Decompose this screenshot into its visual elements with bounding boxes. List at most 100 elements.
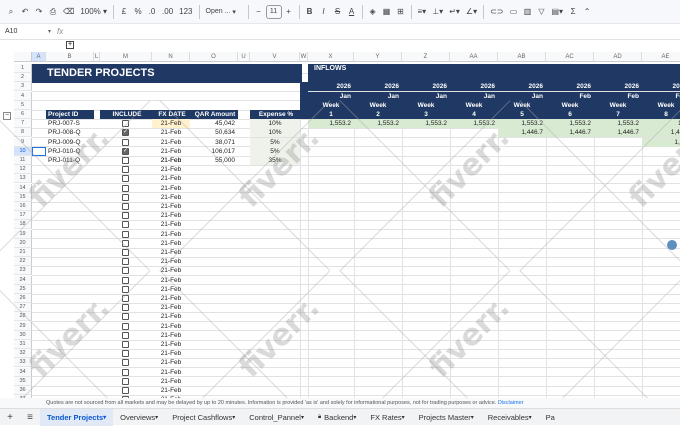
column-header-z[interactable]: Z xyxy=(402,52,450,62)
fx-date[interactable]: 21-Feb xyxy=(152,128,190,137)
fx-date[interactable]: 21-Feb xyxy=(152,174,190,183)
tab-dropdown-icon[interactable]: ▾ xyxy=(232,414,235,421)
column-header-x[interactable]: X xyxy=(308,52,354,62)
number-format-button[interactable]: 123 xyxy=(176,3,195,21)
row-header-6[interactable]: 6 xyxy=(14,110,32,119)
expense-percent[interactable]: 10% xyxy=(250,119,300,129)
inflow-value[interactable]: 1,553.2 xyxy=(594,119,642,129)
row-header-25[interactable]: 25 xyxy=(14,284,32,294)
include-checkbox[interactable] xyxy=(122,276,129,284)
text-rotation-icon[interactable]: ∠▾ xyxy=(463,3,480,21)
inflow-value[interactable]: 1,553.2 xyxy=(308,119,354,129)
tab-control-pannel[interactable]: Control_Pannel ▾ xyxy=(242,409,311,426)
qar-amount[interactable]: 50,634 xyxy=(190,128,238,137)
insert-comment-icon[interactable]: ▭ xyxy=(507,3,521,21)
include-checkbox[interactable] xyxy=(122,368,129,376)
row-header-5[interactable]: 5 xyxy=(14,100,32,110)
inflow-value[interactable]: 1,553.2 xyxy=(402,119,450,129)
font-size-input[interactable]: 11 xyxy=(265,4,282,19)
inflow-value[interactable]: 1,5 xyxy=(642,119,680,129)
tab-pa[interactable]: Pa xyxy=(539,409,562,426)
print-icon[interactable]: ⎙ xyxy=(46,3,60,21)
fx-date[interactable]: 21-Feb xyxy=(152,147,190,156)
decrease-decimals-button[interactable]: .0 xyxy=(145,3,159,21)
tab-dropdown-icon[interactable]: ▾ xyxy=(155,414,158,421)
row-header-12[interactable]: 12 xyxy=(14,165,32,175)
text-color-button[interactable]: A xyxy=(345,3,359,21)
undo-icon[interactable]: ↶ xyxy=(18,3,32,21)
row-header-2[interactable]: 2 xyxy=(14,73,32,83)
include-checkbox[interactable] xyxy=(122,313,129,321)
row-header-30[interactable]: 30 xyxy=(14,330,32,340)
fx-date[interactable]: 21-Feb xyxy=(152,349,190,358)
row-header-26[interactable]: 26 xyxy=(14,294,32,303)
qar-amount[interactable]: 45,042 xyxy=(190,119,238,128)
fx-date[interactable]: 21-Feb xyxy=(152,184,190,193)
add-sheet-icon[interactable]: + xyxy=(0,412,20,423)
merge-cells-icon[interactable]: ⊞ xyxy=(394,3,408,21)
include-checkbox[interactable] xyxy=(122,331,129,339)
strikethrough-button[interactable]: S xyxy=(331,3,345,21)
font-size-decrease-button[interactable]: − xyxy=(252,3,266,21)
fx-date[interactable]: 21-Feb xyxy=(152,230,190,239)
tab-dropdown-icon[interactable]: ▾ xyxy=(301,414,304,421)
column-header-n[interactable]: N xyxy=(152,52,190,62)
include-checkbox[interactable] xyxy=(122,138,129,146)
include-checkbox[interactable] xyxy=(122,221,129,229)
fx-date[interactable]: 21-Feb xyxy=(152,220,190,229)
include-checkbox[interactable] xyxy=(122,230,129,238)
column-header-y[interactable]: Y xyxy=(354,52,402,62)
font-size-increase-button[interactable]: + xyxy=(282,3,296,21)
all-sheets-icon[interactable]: ≡ xyxy=(20,412,40,423)
fx-date[interactable]: 21-Feb xyxy=(152,138,190,147)
include-checkbox[interactable] xyxy=(122,350,129,358)
tab-dropdown-icon[interactable]: ▾ xyxy=(529,414,532,421)
spreadsheet-grid[interactable]: + − A B L M N O U V W X Y Z AA AB AC AD AE 1 2 3 4 5 6 7 8 9 10 11 12 1… xyxy=(0,40,680,398)
fx-date[interactable]: 21-Feb xyxy=(152,340,190,349)
row-header-11[interactable]: 11 xyxy=(14,156,32,165)
tab-dropdown-icon[interactable]: ▾ xyxy=(353,414,356,421)
row-header-16[interactable]: 16 xyxy=(14,202,32,211)
fx-date[interactable]: 21-Feb xyxy=(152,303,190,312)
fx-date[interactable]: 21-Feb xyxy=(152,248,190,257)
column-header-a[interactable]: A xyxy=(32,52,46,62)
font-select[interactable]: Open ... ▾ xyxy=(203,3,245,21)
functions-icon[interactable]: Σ xyxy=(566,3,580,21)
search-menus-icon[interactable]: ⌕ xyxy=(4,3,18,21)
column-header-b[interactable]: B xyxy=(46,52,94,62)
fx-date[interactable]: 21-Feb xyxy=(152,211,190,220)
include-checkbox[interactable] xyxy=(122,184,129,192)
tab-tender-projects[interactable]: Tender Projects ▾ xyxy=(40,408,114,426)
include-checkbox[interactable] xyxy=(122,157,129,164)
fx-date[interactable]: 21-Feb xyxy=(152,358,190,367)
bold-button[interactable]: B xyxy=(303,3,317,21)
inflow-value[interactable]: 1,446.7 xyxy=(594,128,642,138)
fill-color-icon[interactable]: ◈ xyxy=(366,3,380,21)
include-checkbox[interactable] xyxy=(122,341,129,348)
insert-chart-icon[interactable]: ▥ xyxy=(521,3,535,21)
tab-receivables[interactable]: Receivables ▾ xyxy=(481,409,539,426)
vertical-align-icon[interactable]: ⊥▾ xyxy=(429,3,446,21)
tab-fx-rates[interactable]: FX Rates ▾ xyxy=(363,409,411,426)
insert-link-icon[interactable]: ⊂⊃ xyxy=(487,3,506,21)
include-checkbox[interactable] xyxy=(122,359,129,367)
fx-date[interactable]: 21-Feb xyxy=(152,202,190,211)
column-header-v[interactable]: V xyxy=(250,52,300,62)
include-checkbox[interactable] xyxy=(122,267,129,275)
fx-date[interactable]: 21-Feb xyxy=(152,377,190,386)
fx-date[interactable]: 21-Feb xyxy=(152,312,190,321)
italic-button[interactable]: I xyxy=(317,3,331,21)
formula-input[interactable] xyxy=(63,26,680,38)
include-checkbox[interactable] xyxy=(122,203,129,210)
row-header-7[interactable]: 7 xyxy=(14,119,32,129)
fx-date[interactable]: 21-Feb xyxy=(152,331,190,340)
fx-date[interactable]: 21-Feb xyxy=(152,193,190,202)
row-header-1[interactable]: 1 xyxy=(14,64,32,73)
tab-overviews[interactable]: Overviews ▾ xyxy=(113,409,165,426)
tab-dropdown-icon[interactable]: ▾ xyxy=(471,414,474,421)
fx-date[interactable]: 21-Feb xyxy=(152,368,190,377)
side-panel-icon[interactable] xyxy=(667,240,677,250)
currency-format-button[interactable]: £ xyxy=(117,3,131,21)
select-all-corner[interactable] xyxy=(14,52,32,62)
include-checkbox[interactable] xyxy=(122,377,129,385)
